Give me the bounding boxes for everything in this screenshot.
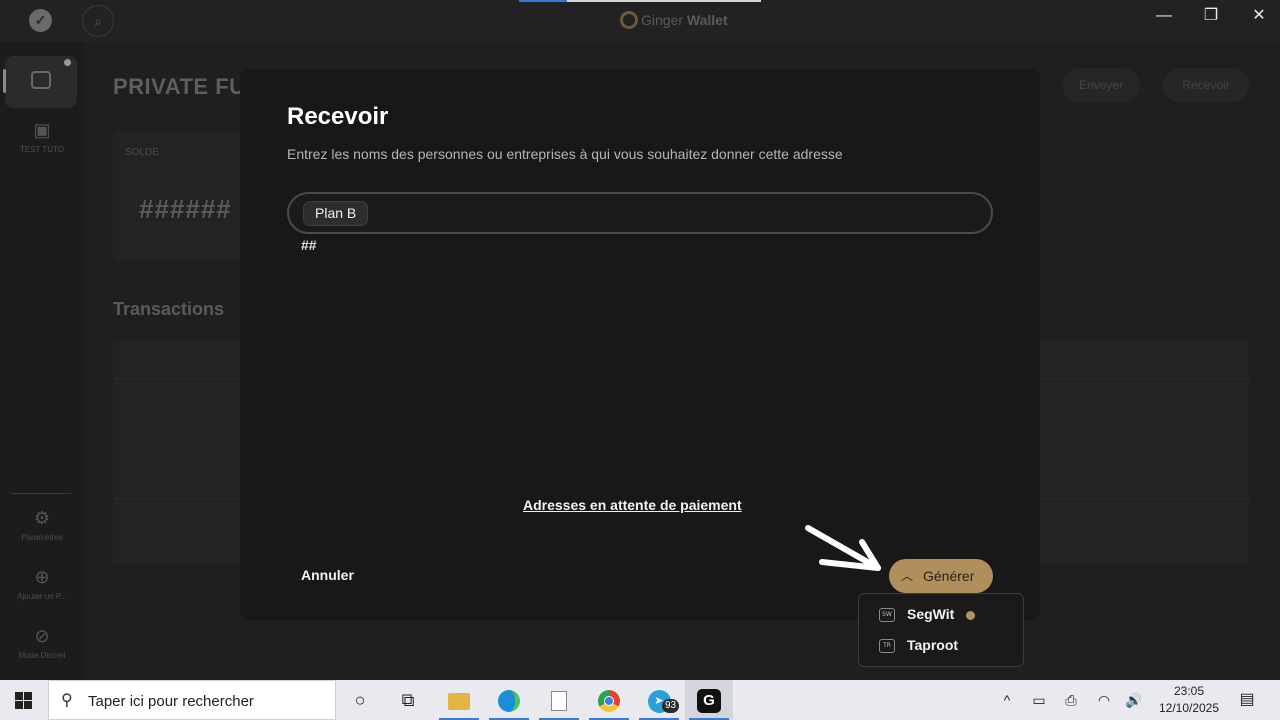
gear-icon: ⚙ — [33, 508, 51, 528]
sidebar-item-add-wallet[interactable]: ⊕ Ajouter un P... — [0, 567, 84, 601]
chevron-up-icon[interactable]: ^ — [996, 680, 1018, 720]
sidebar-item-label: Paramètres — [21, 533, 63, 542]
windows-start-icon[interactable] — [0, 680, 48, 720]
segwit-icon: SW — [879, 608, 895, 622]
app-title: Ginger Wallet — [620, 11, 728, 29]
chrome-icon[interactable] — [585, 680, 633, 720]
pending-addresses-link[interactable]: Adresses en attente de paiement — [523, 497, 742, 513]
menu-item-segwit[interactable]: SW SegWit — [859, 600, 1025, 630]
sidebar-item-label: Mode Discret — [18, 651, 66, 660]
progress-bar-segment — [519, 0, 567, 2]
battery-icon[interactable]: ▭ — [1027, 680, 1051, 720]
close-button[interactable]: ✕ — [1239, 4, 1279, 28]
cortana-icon[interactable]: ○ — [336, 680, 384, 720]
sidebar-item-settings[interactable]: ⚙ Paramètres — [0, 508, 84, 542]
ginger-wallet-icon[interactable]: G — [685, 680, 733, 720]
telegram-badge: 93 — [662, 699, 680, 713]
menu-item-label: Taproot — [907, 637, 959, 653]
balance-value: ###### — [139, 194, 232, 224]
eye-off-icon: ⊘ — [34, 626, 50, 646]
clock-time: 23:05 — [1173, 684, 1205, 698]
address-type-menu: SW SegWit TR Taproot — [858, 593, 1024, 667]
active-indicator — [3, 69, 6, 93]
clock[interactable]: 23:05 12/10/2025 — [1148, 683, 1230, 717]
wifi-icon[interactable]: ◠ — [1092, 680, 1116, 720]
taskbar-search-input[interactable]: ⚲ Taper ici pour rechercher — [48, 680, 336, 720]
app-name-bold: Wallet — [686, 12, 728, 28]
sidebar: ▣ TEST TUTO ⚙ Paramètres ⊕ Ajouter un P.… — [0, 42, 84, 680]
file-explorer-icon[interactable] — [435, 680, 483, 720]
sidebar-divider — [11, 493, 71, 494]
clock-date: 12/10/2025 — [1158, 701, 1220, 715]
telegram-icon[interactable]: ➤ 93 — [635, 680, 683, 720]
search-icon[interactable]: ⌕ — [82, 5, 114, 37]
notification-dot — [64, 59, 71, 66]
transactions-title: Transactions — [113, 299, 225, 319]
taproot-icon: TR — [879, 639, 895, 653]
receive-button[interactable]: Recevoir — [1163, 68, 1249, 102]
receive-dialog: Recevoir Entrez les noms des personnes o… — [240, 69, 1040, 620]
maximize-button[interactable]: ❐ — [1191, 4, 1231, 28]
chevron-up-icon: ︿ — [900, 569, 913, 583]
volume-icon[interactable]: 🔊 — [1123, 680, 1145, 720]
search-icon: ⚲ — [61, 692, 73, 709]
selected-dot-icon — [966, 611, 975, 620]
sidebar-item-label: TEST TUTO — [19, 145, 64, 154]
meet-now-icon[interactable]: ⎙ — [1060, 680, 1082, 720]
taskbar: ⚲ Taper ici pour rechercher ○ ⧉ ➤ 93 G ^… — [0, 680, 1280, 720]
wallet-icon — [31, 71, 51, 89]
search-placeholder: Taper ici pour rechercher — [88, 693, 254, 710]
app-name-light: Ginger — [641, 12, 684, 28]
label-chip[interactable]: Plan B — [303, 201, 369, 226]
arrow-annotation-icon — [805, 525, 881, 571]
progress-bar-track — [567, 0, 761, 2]
check-icon[interactable]: ✓ — [29, 9, 52, 32]
minimize-button[interactable]: — — [1144, 4, 1184, 28]
sidebar-item-test-tuto[interactable]: ▣ TEST TUTO — [0, 120, 84, 154]
sidebar-item-discreet-mode[interactable]: ⊘ Mode Discret — [0, 626, 84, 660]
page-title: PRIVATE FU — [113, 74, 246, 99]
generate-button[interactable]: ︿ Générer — [889, 559, 993, 593]
generate-label: Générer — [923, 568, 975, 584]
labels-input[interactable]: Plan B — [287, 192, 993, 234]
ginger-logo-icon — [620, 11, 638, 29]
menu-item-label: SegWit — [907, 606, 955, 622]
task-view-icon[interactable]: ⧉ — [384, 680, 432, 720]
add-circle-icon: ⊕ — [34, 567, 50, 587]
menu-item-taproot[interactable]: TR Taproot — [859, 631, 1025, 661]
hash-text: ## — [301, 237, 317, 253]
dialog-subtitle: Entrez les noms des personnes ou entrepr… — [287, 146, 843, 162]
wallet-icon: ▣ — [33, 120, 51, 140]
cancel-button[interactable]: Annuler — [301, 567, 354, 583]
notepad-icon[interactable] — [535, 680, 583, 720]
sidebar-item-label: Ajouter un P... — [17, 592, 67, 601]
balance-label: SOLDE — [125, 147, 159, 158]
dialog-title: Recevoir — [287, 103, 389, 130]
edge-icon[interactable] — [485, 680, 533, 720]
send-button[interactable]: Envoyer — [1062, 68, 1140, 102]
notification-icon[interactable]: ▤ — [1233, 680, 1261, 720]
title-bar: ✓ ⌕ Ginger Wallet — ❐ ✕ — [0, 0, 1280, 42]
